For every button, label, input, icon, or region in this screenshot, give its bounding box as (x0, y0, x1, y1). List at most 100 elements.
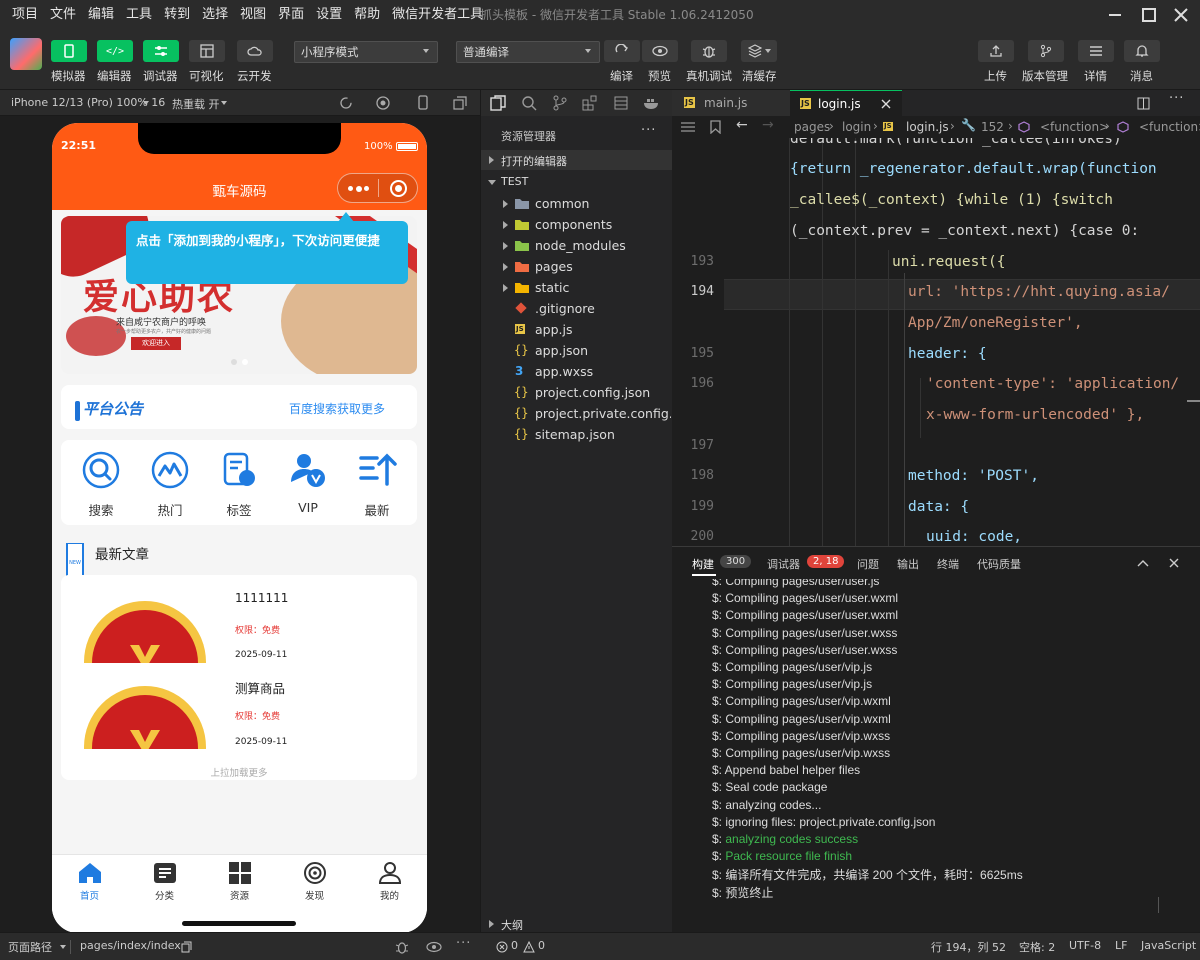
list-item[interactable]: 测算商品 权限：免费 2025-09-11 (61, 674, 417, 762)
rotate-icon[interactable] (339, 96, 353, 110)
tab-resource[interactable]: 资源 (202, 855, 277, 905)
notice-link[interactable]: 百度搜索获取更多 (289, 400, 385, 417)
bug-icon[interactable] (394, 940, 410, 954)
tab-output[interactable]: 输出 (897, 556, 919, 572)
back-arrow-icon[interactable]: ← (736, 117, 748, 133)
error-icon[interactable] (496, 941, 508, 953)
indentation[interactable]: 空格: 2 (1019, 939, 1055, 955)
files-icon[interactable] (490, 95, 506, 111)
compile-select[interactable]: 普通编译 (456, 41, 600, 63)
menu-item[interactable]: 选择 (196, 0, 234, 30)
grid-item-vip[interactable]: VIP (276, 446, 340, 521)
popout-icon[interactable] (453, 96, 467, 110)
tree-item[interactable]: .gitignore (481, 298, 673, 319)
close-icon[interactable] (1169, 558, 1179, 568)
status-more-icon[interactable]: ··· (456, 936, 471, 951)
add-miniprogram-tip[interactable]: 点击「添加到我的小程序」，下次访问更便捷 (126, 221, 408, 284)
close-miniprogram-icon[interactable] (390, 180, 407, 197)
tree-item[interactable]: {} sitemap.json (481, 424, 673, 445)
banner-dot[interactable] (242, 359, 248, 365)
tree-item[interactable]: node_modules (481, 235, 673, 256)
tree-item[interactable]: {} app.json (481, 340, 673, 361)
upload-button[interactable] (978, 40, 1014, 62)
breadcrumb-item[interactable]: 152 (981, 120, 1004, 134)
line-ending[interactable]: LF (1115, 939, 1127, 952)
scrollbar-marker[interactable] (1187, 400, 1200, 402)
workspace-header[interactable]: TEST (481, 172, 673, 192)
tree-item[interactable]: common (481, 193, 673, 214)
banner-dot[interactable] (231, 359, 237, 365)
menu-item[interactable]: 项目 (6, 0, 44, 30)
simulator-button[interactable] (51, 40, 87, 62)
stop-icon[interactable] (376, 96, 390, 110)
console-log[interactable]: $: Compiling pages/user/user.js $: Compil… (672, 579, 1200, 933)
forward-arrow-icon[interactable]: → (762, 117, 774, 133)
tab-problems[interactable]: 问题 (857, 556, 879, 572)
source-control-icon[interactable] (552, 95, 568, 111)
menu-item[interactable]: 编辑 (82, 0, 120, 30)
cursor-position[interactable]: 行 194，列 52 (931, 939, 1006, 955)
breadcrumb-item[interactable]: login (842, 120, 871, 134)
tab-code-quality[interactable]: 代码质量 (977, 556, 1021, 572)
breadcrumb-item[interactable]: pages (794, 120, 830, 134)
banner-enter-button[interactable]: 欢迎进入 (131, 337, 181, 350)
preview-button[interactable] (642, 40, 678, 62)
breadcrumb-item[interactable]: <function> (1040, 120, 1109, 134)
menu-item[interactable]: 转到 (158, 0, 196, 30)
tab-main-js[interactable]: JS main.js (672, 90, 790, 116)
messages-button[interactable] (1124, 40, 1160, 62)
tab-terminal[interactable]: 终端 (937, 556, 959, 572)
docker-icon[interactable] (643, 95, 661, 111)
explorer-more-icon[interactable]: ··· (641, 123, 656, 138)
tree-item[interactable]: components (481, 214, 673, 235)
tree-item[interactable]: {} project.config.json (481, 382, 673, 403)
visual-button[interactable] (189, 40, 225, 62)
mode-select[interactable]: 小程序模式 (294, 41, 438, 63)
copy-icon[interactable] (181, 941, 192, 953)
menu-item[interactable]: 设置 (310, 0, 348, 30)
debugger-button[interactable] (143, 40, 179, 62)
tab-mine[interactable]: 我的 (352, 855, 427, 905)
tree-item[interactable]: pages (481, 256, 673, 277)
breadcrumb-item[interactable]: <function> (1139, 120, 1200, 134)
minimize-button[interactable] (1104, 4, 1126, 26)
tree-item[interactable]: static (481, 277, 673, 298)
open-editors-header[interactable]: 打开的编辑器 (481, 150, 673, 170)
list-icon[interactable] (681, 121, 695, 133)
outline-header[interactable]: 大纲 (481, 916, 673, 932)
page-path-label[interactable]: 页面路径 (8, 939, 52, 955)
editor-more-icon[interactable]: ··· (1169, 91, 1184, 106)
menu-item[interactable]: 界面 (272, 0, 310, 30)
tree-item[interactable]: JS app.js (481, 319, 673, 340)
compile-button[interactable] (604, 40, 640, 62)
tab-login-js[interactable]: JS login.js (790, 90, 902, 116)
capsule-menu[interactable] (337, 173, 418, 203)
code-area[interactable]: 193 194 195 196 197 198 199 200 default.… (672, 138, 1200, 546)
list-item[interactable]: 1111111 权限：免费 2025-09-11 (61, 585, 417, 673)
search-icon[interactable] (521, 95, 537, 111)
close-icon[interactable] (881, 99, 891, 109)
eye-icon[interactable] (426, 941, 442, 953)
tab-debugger[interactable]: 调试器 (767, 556, 800, 572)
grid-item-latest[interactable]: 最新 (345, 446, 409, 521)
real-debug-button[interactable] (691, 40, 727, 62)
grid-item-hot[interactable]: 热门 (138, 446, 202, 521)
details-button[interactable] (1078, 40, 1114, 62)
scrollbar[interactable] (1158, 897, 1159, 913)
chevron-up-icon[interactable] (1137, 559, 1149, 567)
maximize-button[interactable] (1138, 4, 1160, 26)
warning-icon[interactable] (523, 941, 535, 953)
phone-icon[interactable] (416, 95, 430, 111)
menu-item[interactable]: 文件 (44, 0, 82, 30)
menu-item[interactable]: 微信开发者工具 (386, 0, 489, 30)
bookmark-icon[interactable] (710, 120, 721, 134)
editor-button[interactable]: </> (97, 40, 133, 62)
grid-item-search[interactable]: 搜索 (69, 446, 133, 521)
language-mode[interactable]: JavaScript (1141, 939, 1196, 952)
extensions-icon[interactable] (582, 95, 598, 111)
menu-item[interactable]: 工具 (120, 0, 158, 30)
encoding[interactable]: UTF-8 (1069, 939, 1101, 952)
breadcrumb-item[interactable]: login.js (906, 120, 949, 134)
close-window-button[interactable] (1170, 4, 1192, 26)
tab-discover[interactable]: 发现 (277, 855, 352, 905)
